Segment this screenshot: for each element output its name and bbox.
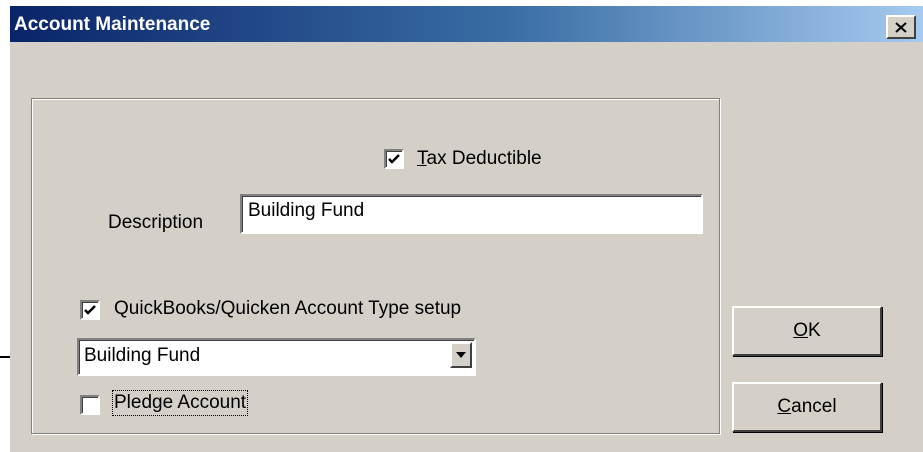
close-icon [895, 21, 907, 33]
close-button[interactable] [886, 15, 916, 39]
cancel-button[interactable]: Cancel [732, 382, 882, 432]
tax-deductible-label[interactable]: Tax Deductible [417, 148, 542, 170]
tax-deductible-checkbox[interactable] [384, 149, 404, 169]
pledge-account-checkbox[interactable] [80, 395, 100, 415]
checkmark-icon [388, 154, 400, 164]
window-title: Account Maintenance [14, 14, 211, 35]
quickbooks-setup-label[interactable]: QuickBooks/Quicken Account Type setup [114, 298, 461, 320]
dropdown-button[interactable] [450, 342, 472, 368]
ok-button-label: OK [793, 320, 821, 341]
account-group-box [31, 98, 720, 434]
dropdown-arrow-icon [456, 352, 466, 358]
account-maintenance-dialog: Account Maintenance Tax Deductible Descr… [10, 6, 923, 452]
account-type-select[interactable]: Building Fund [77, 338, 476, 376]
description-label: Description [108, 212, 204, 233]
pledge-account-label[interactable]: Pledge Account [111, 390, 249, 416]
cancel-button-label: Cancel [777, 396, 837, 417]
checkmark-icon [84, 305, 96, 315]
quickbooks-setup-checkbox[interactable] [80, 300, 100, 320]
account-type-value: Building Fund [84, 345, 201, 366]
ok-button[interactable]: OK [732, 306, 882, 356]
description-input[interactable]: Building Fund [240, 194, 703, 234]
title-bar: Account Maintenance [10, 6, 923, 42]
